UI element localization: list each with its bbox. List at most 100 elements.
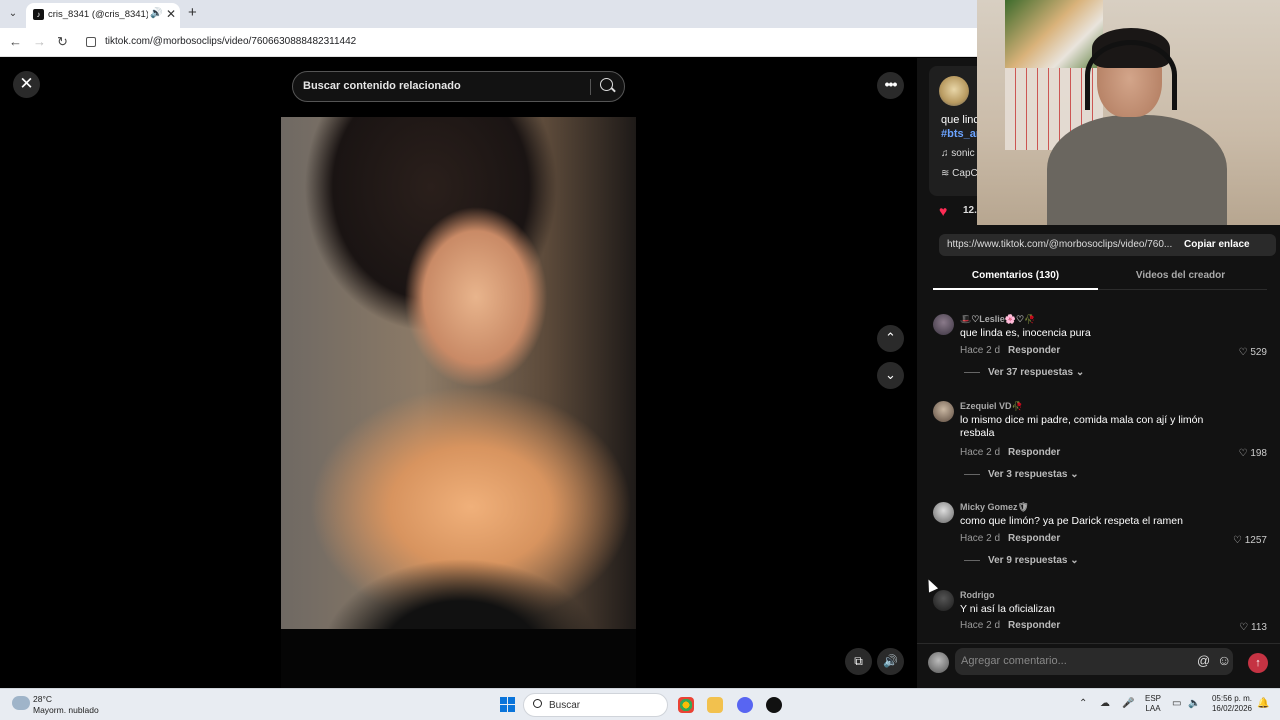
commenter-username[interactable]: Ezequiel VD🥀 [960, 401, 1023, 412]
likes-count: 12. [963, 205, 977, 216]
music-title: sonic [951, 148, 975, 159]
site-info-icon[interactable] [86, 37, 96, 47]
music-info[interactable]: ♫ sonic [941, 148, 975, 159]
windows-start-icon[interactable] [500, 697, 515, 712]
previous-video-chevron-up-icon[interactable]: ⌃ [877, 325, 904, 352]
comment-placeholder: Agregar comentario... [961, 655, 1067, 667]
mention-at-icon[interactable]: @ [1197, 653, 1210, 668]
tiktok-app-icon[interactable] [766, 697, 782, 713]
search-icon[interactable] [600, 78, 613, 91]
back-arrow-icon[interactable]: ← [9, 34, 22, 49]
network-icon[interactable]: ▭ [1172, 698, 1181, 709]
more-options-button[interactable]: ••• [877, 72, 904, 99]
wall-poster [1005, 0, 1103, 68]
capcut-icon: ≋ [941, 168, 953, 179]
clock[interactable]: 05:56 p. m. 16/02/2026 [1208, 694, 1252, 714]
next-video-chevron-down-icon[interactable]: ⌄ [877, 362, 904, 389]
commenter-avatar[interactable] [933, 502, 954, 523]
taskbar-search[interactable]: Buscar [523, 693, 668, 717]
commenter-username[interactable]: 🎩♡Leslie🌸♡🥀 [960, 314, 1035, 325]
comment-like-button[interactable]: ♡ 1257 [1233, 535, 1267, 546]
notification-bell-icon[interactable]: 🔔 [1257, 698, 1269, 709]
heart-outline-icon: ♡ [1233, 535, 1245, 546]
commenter-avatar[interactable] [933, 590, 954, 611]
comment-like-count: 113 [1251, 622, 1267, 633]
close-tab-icon[interactable]: ✕ [166, 7, 176, 21]
view-replies-label: Ver 37 respuestas [988, 367, 1074, 378]
speaker-icon[interactable]: 🔊 [150, 8, 162, 19]
tab-search-chevron-icon[interactable]: ⌄ [6, 7, 20, 21]
author-avatar[interactable] [939, 76, 969, 106]
reply-button[interactable]: Responder [1008, 533, 1060, 544]
heart-outline-icon: ♡ [1238, 448, 1251, 459]
chrome-app-icon[interactable] [678, 697, 694, 713]
volume-icon[interactable]: 🔊 [877, 648, 904, 675]
comment-meta: Hace 2 d Responder [960, 447, 1060, 458]
panel-tabs: Comentarios (130) Videos del creador [933, 266, 1267, 290]
video-player[interactable] [281, 117, 636, 629]
video-frame [281, 497, 636, 629]
tab-title: cris_8341 (@cris_8341) | Tik [48, 9, 148, 20]
file-explorer-icon[interactable] [707, 697, 723, 713]
floating-player-icon[interactable]: ⧉ [845, 648, 872, 675]
my-avatar[interactable] [928, 652, 949, 673]
view-replies-button[interactable]: Ver 3 respuestas ⌄ [964, 469, 1079, 480]
comment-text: que linda es, inocencia pura [960, 327, 1091, 339]
commenter-avatar[interactable] [933, 401, 954, 422]
view-replies-button[interactable]: Ver 9 respuestas ⌄ [964, 555, 1079, 566]
browser-tab[interactable]: ♪ cris_8341 (@cris_8341) | Tik 🔊 ✕ [26, 3, 180, 28]
related-search-input[interactable]: Buscar contenido relacionado [303, 80, 461, 92]
reply-button[interactable]: Responder [1008, 620, 1060, 631]
commenter-username[interactable]: Rodrigo [960, 590, 995, 600]
new-tab-plus-icon[interactable]: + [188, 4, 197, 21]
discord-app-icon[interactable] [737, 697, 753, 713]
video-description: que linc [941, 114, 979, 126]
weather-temperature[interactable]: 28°C [33, 694, 52, 704]
like-button[interactable]: ♥ 12. [939, 203, 977, 221]
comment-composer: Agregar comentario... @ ☺ ↑ [917, 643, 1280, 688]
comment-like-button[interactable]: ♡ 113 [1239, 622, 1267, 633]
streamer-shirt [1047, 115, 1227, 225]
comment-time: Hace 2 d [960, 345, 1001, 356]
clock-time: 05:56 p. m. [1211, 694, 1252, 703]
related-search-box[interactable]: Buscar contenido relacionado [292, 71, 625, 102]
comment-input[interactable]: Agregar comentario... @ ☺ [955, 648, 1233, 675]
comment-time: Hace 2 d [960, 620, 1001, 631]
view-replies-button[interactable]: Ver 37 respuestas ⌄ [964, 367, 1084, 378]
comment-like-count: 1257 [1244, 535, 1267, 546]
capcut-info[interactable]: ≋ CapC [941, 168, 978, 179]
comment-like-count: 198 [1250, 448, 1267, 459]
cloud-sync-icon[interactable]: ☁ [1100, 698, 1110, 709]
share-link-text[interactable]: https://www.tiktok.com/@morbosoclips/vid… [947, 239, 1173, 250]
send-comment-button[interactable]: ↑ [1248, 653, 1268, 673]
language-indicator[interactable]: ESP LAA [1145, 694, 1161, 714]
tab-creator-videos[interactable]: Videos del creador [1098, 266, 1263, 290]
cloud-weather-icon[interactable] [12, 696, 30, 710]
reload-icon[interactable]: ↻ [57, 34, 68, 50]
commenter-avatar[interactable] [933, 314, 954, 335]
forward-arrow-icon[interactable]: → [33, 34, 46, 49]
comment-time: Hace 2 d [960, 533, 1001, 544]
search-icon [533, 699, 542, 708]
comment-like-button[interactable]: ♡ 529 [1239, 347, 1267, 358]
video-letterbox [281, 629, 636, 688]
chevron-down-icon: ⌄ [1075, 367, 1085, 378]
volume-tray-icon[interactable]: 🔈 [1188, 698, 1200, 709]
commenter-username[interactable]: Micky Gomez🛡 [960, 502, 1029, 513]
emoji-icon[interactable]: ☺ [1217, 652, 1231, 668]
search-divider [590, 79, 591, 95]
tab-comments[interactable]: Comentarios (130) [933, 266, 1098, 290]
comment-meta: Hace 2 d Responder [960, 533, 1060, 544]
chevron-down-icon: ⌄ [1070, 555, 1079, 566]
reply-button[interactable]: Responder [1008, 447, 1060, 458]
tray-chevron-up-icon[interactable]: ⌃ [1079, 698, 1087, 709]
reply-button[interactable]: Responder [1008, 345, 1060, 356]
microphone-icon[interactable]: 🎤 [1122, 698, 1134, 709]
hashtag-link[interactable]: #bts_ar [941, 128, 980, 140]
close-video-button[interactable]: ✕ [13, 71, 40, 98]
keyboard-layout: LAA [1145, 704, 1161, 713]
weather-description[interactable]: Mayorm. nublado [33, 705, 99, 715]
copy-link-button[interactable]: Copiar enlace [1184, 239, 1250, 250]
comment-like-button[interactable]: ♡ 198 [1239, 448, 1267, 459]
address-bar[interactable]: tiktok.com/@morbosoclips/video/760663088… [105, 36, 356, 47]
